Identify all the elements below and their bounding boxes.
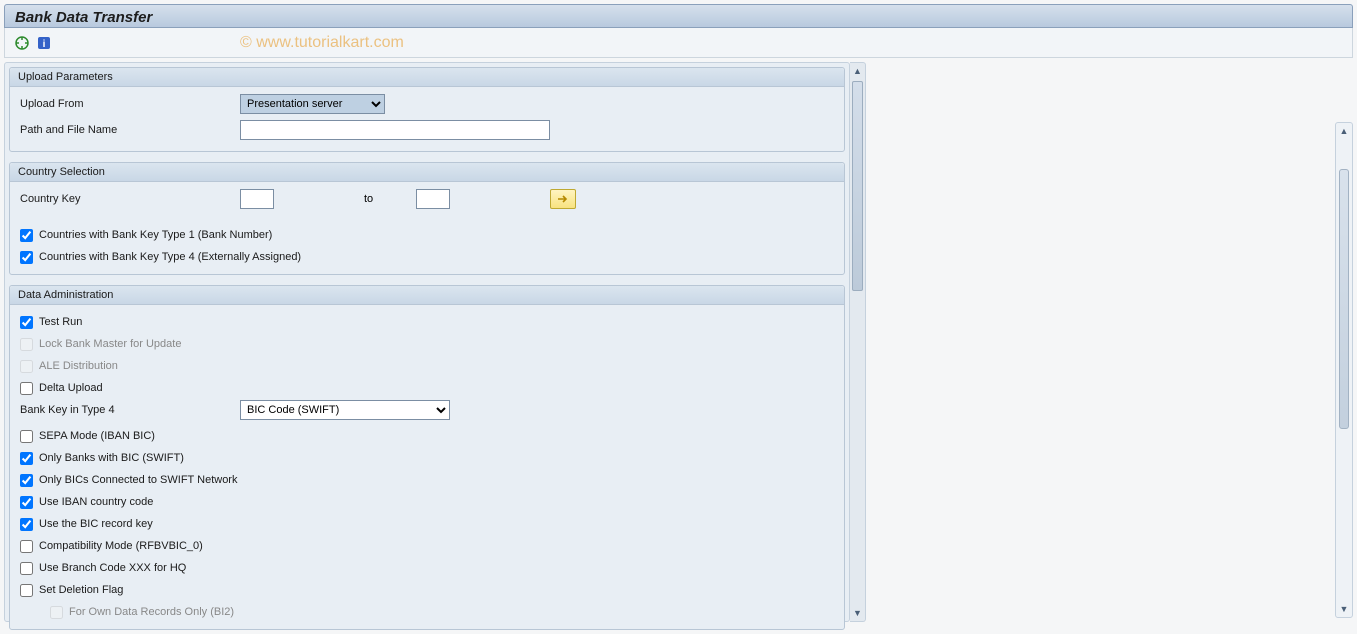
checkbox-sepa-mode[interactable] (20, 430, 33, 443)
checkbox-use-bic-record[interactable] (20, 518, 33, 531)
checkbox-only-bic[interactable] (20, 452, 33, 465)
select-bank-key-type4[interactable]: BIC Code (SWIFT) (240, 400, 450, 420)
group-header-country: Country Selection (10, 163, 844, 182)
execute-icon[interactable] (13, 34, 31, 52)
label-bank-key-type1: Countries with Bank Key Type 1 (Bank Num… (39, 229, 272, 241)
checkbox-compat-mode[interactable] (20, 540, 33, 553)
panel-scrollbar[interactable]: ▲ ▼ (850, 62, 866, 622)
checkbox-ale (20, 360, 33, 373)
scroll-down-icon[interactable]: ▼ (851, 605, 864, 621)
content-area: Upload Parameters Upload From Presentati… (4, 62, 1353, 622)
label-sepa-mode: SEPA Mode (IBAN BIC) (39, 430, 155, 442)
label-upload-from: Upload From (20, 98, 240, 110)
window-title: Bank Data Transfer (4, 4, 1353, 28)
label-delta-upload: Delta Upload (39, 382, 103, 394)
select-upload-from[interactable]: Presentation server (240, 94, 385, 114)
label-path-file: Path and File Name (20, 124, 240, 136)
checkbox-lock-bank (20, 338, 33, 351)
checkbox-test-run[interactable] (20, 316, 33, 329)
label-only-bics-connected: Only BICs Connected to SWIFT Network (39, 474, 237, 486)
info-icon[interactable]: i (35, 34, 53, 52)
label-bank-key-type4-sel: Bank Key in Type 4 (20, 404, 240, 416)
label-to: to (364, 193, 404, 205)
toolbar: i (4, 28, 1353, 58)
window-scrollbar[interactable]: ▲ ▼ (1335, 122, 1353, 618)
label-use-bic-record: Use the BIC record key (39, 518, 153, 530)
main-panel: Upload Parameters Upload From Presentati… (4, 62, 850, 622)
checkbox-own-data-records (50, 606, 63, 619)
scroll-up-icon[interactable]: ▲ (851, 63, 864, 79)
scroll-thumb[interactable] (852, 81, 863, 291)
label-ale: ALE Distribution (39, 360, 118, 372)
checkbox-only-bics-connected[interactable] (20, 474, 33, 487)
checkbox-bank-key-type4[interactable] (20, 251, 33, 264)
input-country-key-to[interactable] (416, 189, 450, 209)
label-country-key: Country Key (20, 193, 240, 205)
label-use-iban: Use IBAN country code (39, 496, 153, 508)
group-header-admin: Data Administration (10, 286, 844, 305)
checkbox-delta-upload[interactable] (20, 382, 33, 395)
label-test-run: Test Run (39, 316, 82, 328)
multiple-selection-button[interactable] (550, 189, 576, 209)
group-country-selection: Country Selection Country Key to Countri… (9, 162, 845, 275)
label-own-data-records: For Own Data Records Only (BI2) (69, 606, 234, 618)
window-scroll-up-icon[interactable]: ▲ (1338, 123, 1350, 139)
checkbox-set-deletion[interactable] (20, 584, 33, 597)
label-set-deletion: Set Deletion Flag (39, 584, 123, 596)
label-lock-bank: Lock Bank Master for Update (39, 338, 181, 350)
label-branch-hq: Use Branch Code XXX for HQ (39, 562, 186, 574)
group-header-upload: Upload Parameters (10, 68, 844, 87)
window-scroll-thumb[interactable] (1339, 169, 1349, 429)
label-bank-key-type4: Countries with Bank Key Type 4 (External… (39, 251, 301, 263)
label-compat-mode: Compatibility Mode (RFBVBIC_0) (39, 540, 203, 552)
checkbox-use-iban[interactable] (20, 496, 33, 509)
input-country-key-from[interactable] (240, 189, 274, 209)
checkbox-branch-hq[interactable] (20, 562, 33, 575)
label-only-bic: Only Banks with BIC (SWIFT) (39, 452, 184, 464)
input-path-file[interactable] (240, 120, 550, 140)
checkbox-bank-key-type1[interactable] (20, 229, 33, 242)
svg-text:i: i (43, 39, 46, 50)
window-scroll-down-icon[interactable]: ▼ (1338, 601, 1350, 617)
group-data-administration: Data Administration Test Run Lock Bank M… (9, 285, 845, 630)
group-upload-parameters: Upload Parameters Upload From Presentati… (9, 67, 845, 152)
